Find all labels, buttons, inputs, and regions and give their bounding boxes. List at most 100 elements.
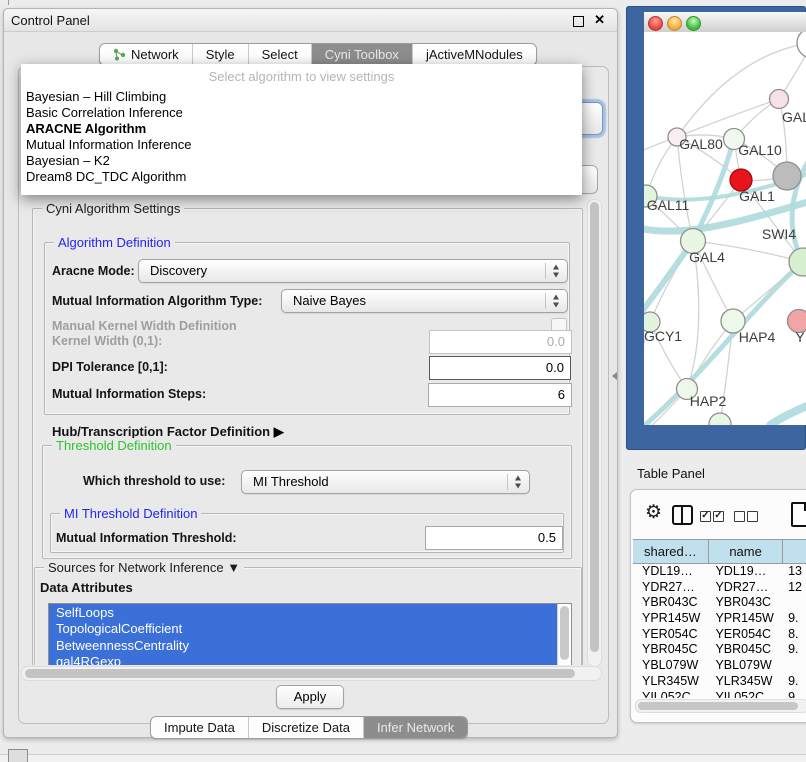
tab-label: Cyni Toolbox	[325, 47, 399, 62]
panel-corner-button[interactable]	[8, 749, 28, 762]
close-icon[interactable]: ✕	[594, 12, 605, 28]
table-body: YDL19…YDL19…13YDR27…YDR27…12YBR043CYBR04…	[633, 564, 806, 698]
aracne-mode-combo[interactable]: Discovery	[138, 259, 568, 283]
tab-label: Impute Data	[164, 720, 235, 735]
algorithm-option-mutual-information-inference[interactable]: Mutual Information Inference	[26, 137, 578, 153]
table-row[interactable]: YBR045CYBR045C9.	[633, 642, 806, 658]
mi-steps-field[interactable]: 6	[428, 383, 572, 407]
table-row[interactable]: YER054CYER054C8.	[633, 627, 806, 643]
scrollbar-thumb[interactable]	[25, 669, 575, 678]
bottom-status-strip	[0, 754, 806, 762]
tab-discretize-data[interactable]: Discretize Data	[248, 717, 363, 738]
tab-jactivemnodules[interactable]: jActiveMNodules	[412, 44, 536, 65]
table-cell: 13	[779, 564, 806, 580]
minimize-traffic-light-icon[interactable]	[667, 16, 682, 31]
table-row[interactable]: YDR27…YDR27…12	[633, 580, 806, 596]
algorithm-option-bayesian-k2[interactable]: Bayesian – K2	[26, 153, 578, 169]
node-table: shared…name YDL19…YDL19…13YDR27…YDR27…12…	[633, 539, 806, 698]
column-header-3[interactable]	[783, 540, 806, 563]
panel-splitter-arrow[interactable]	[612, 372, 617, 380]
horizontal-scrollbar[interactable]	[21, 666, 602, 681]
tab-label: Infer Network	[377, 720, 454, 735]
vertical-scrollbar[interactable]	[587, 199, 602, 667]
table-cell: 9	[779, 690, 806, 699]
algorithm-option-bayesian-hill-climbing[interactable]: Bayesian – Hill Climbing	[26, 89, 578, 105]
document-icon[interactable]	[791, 502, 806, 527]
tab-label: Select	[262, 47, 298, 62]
table-cell: YER054C	[706, 627, 779, 643]
attribute-item-topologicalcoefficient[interactable]: TopologicalCoefficient	[49, 620, 557, 636]
node-label-gal1: GAL1	[739, 188, 775, 204]
node-label-gal10: GAL10	[738, 142, 782, 158]
scrollbar-thumb[interactable]	[590, 202, 599, 652]
scrollbar-thumb[interactable]	[638, 702, 798, 710]
expand-right-icon[interactable]: ▶	[274, 424, 284, 440]
mi-threshold-field[interactable]: 0.5	[425, 526, 563, 550]
select-all-icon[interactable]: ✓	[713, 511, 724, 522]
table-cell: YPR145W	[633, 611, 706, 627]
kernel-width-field[interactable]: 0.0	[429, 330, 572, 354]
table-row[interactable]: YLR345WYLR345W9.	[633, 674, 806, 690]
attribute-item-betweennesscentrality[interactable]: BetweennessCentrality	[49, 637, 557, 653]
table-cell: 9.	[779, 611, 806, 627]
network-edge[interactable]	[677, 137, 693, 241]
manual-kernel-label: Manual Kernel Width Definition	[52, 319, 237, 333]
deselect-all-icon[interactable]	[734, 511, 745, 522]
float-window-icon[interactable]	[573, 16, 584, 27]
network-node-node-bottom-partial[interactable]	[709, 413, 731, 425]
algorithm-option-aracne-algorithm[interactable]: ARACNE Algorithm	[26, 121, 578, 137]
deselect-all-icon[interactable]	[747, 511, 758, 522]
group-title: Cyni Algorithm Settings	[42, 201, 184, 216]
table-cell: YIL052C	[633, 690, 706, 699]
attribute-item-gal4rgexp[interactable]: gal4RGexp	[49, 653, 557, 665]
network-canvas[interactable]: GALGAL80GAL10GAL1GAL11SWI4GAL4GCY1HAP4YH…	[644, 32, 806, 425]
tab-network[interactable]: Network	[100, 44, 192, 65]
select-all-icon[interactable]: ✓	[700, 511, 711, 522]
network-node-node-top-partial[interactable]	[797, 32, 806, 58]
network-node-node-pink-top[interactable]	[770, 90, 789, 109]
algorithm-option-dream8-dc-tdc-algorithm[interactable]: Dream8 DC_TDC Algorithm	[26, 169, 578, 185]
node-label-swi4: SWI4	[762, 226, 796, 242]
list-scrollbar[interactable]	[557, 604, 571, 665]
collapse-down-icon[interactable]: ▼	[227, 560, 240, 575]
zoom-traffic-light-icon[interactable]	[686, 16, 701, 31]
mi-type-label: Mutual Information Algorithm Type:	[52, 294, 262, 308]
which-threshold-combo[interactable]: MI Threshold	[241, 470, 530, 494]
table-row[interactable]: YIL052CYIL052C9	[633, 690, 806, 699]
network-edge-thick[interactable]	[770, 403, 806, 425]
table-row[interactable]: YPR145WYPR145W9.	[633, 611, 806, 627]
table-cell: YBR043C	[706, 595, 779, 611]
table-row[interactable]: YDL19…YDL19…13	[633, 564, 806, 580]
mi-algorithm-type-combo[interactable]: Naive Bayes	[281, 289, 568, 313]
column-header-shared[interactable]: shared…	[633, 540, 709, 563]
group-title: Threshold Definition	[52, 438, 176, 453]
table-cell: YBR045C	[706, 642, 779, 658]
table-row[interactable]: YBR043CYBR043C	[633, 595, 806, 611]
network-window-titlebar[interactable]	[644, 12, 806, 33]
table-row[interactable]: YBL079WYBL079W	[633, 658, 806, 674]
tab-infer-network[interactable]: Infer Network	[363, 717, 467, 738]
tab-impute-data[interactable]: Impute Data	[151, 717, 248, 738]
algorithm-option-basic-correlation-inference[interactable]: Basic Correlation Inference	[26, 105, 578, 121]
network-edge-thick[interactable]	[644, 241, 693, 317]
group-title[interactable]: Sources for Network Inference ▼	[44, 560, 244, 575]
tab-cyni-toolbox[interactable]: Cyni Toolbox	[311, 44, 412, 65]
table-horizontal-scrollbar[interactable]	[635, 699, 806, 713]
tab-label: Network	[131, 47, 179, 62]
tab-style[interactable]: Style	[192, 44, 248, 65]
tab-select[interactable]: Select	[248, 44, 311, 65]
attribute-item-selfloops[interactable]: SelfLoops	[49, 604, 557, 620]
table-cell: YLR345W	[706, 674, 779, 690]
network-node-node-gray[interactable]	[773, 162, 801, 190]
attribute-items: SelfLoopsTopologicalCoefficientBetweenne…	[49, 604, 557, 665]
apply-button[interactable]: Apply	[276, 685, 344, 709]
close-traffic-light-icon[interactable]	[648, 16, 663, 31]
table-cell: YDL19…	[706, 564, 779, 580]
column-header-name[interactable]: name	[709, 540, 784, 563]
gear-icon[interactable]: ⚙	[645, 503, 662, 522]
node-label-hap4: HAP4	[739, 329, 776, 345]
dpi-tolerance-field[interactable]: 0.0	[429, 356, 571, 380]
scrollbar-thumb[interactable]	[560, 606, 569, 660]
split-view-icon[interactable]	[672, 505, 693, 525]
node-label-y: Y	[795, 329, 805, 345]
